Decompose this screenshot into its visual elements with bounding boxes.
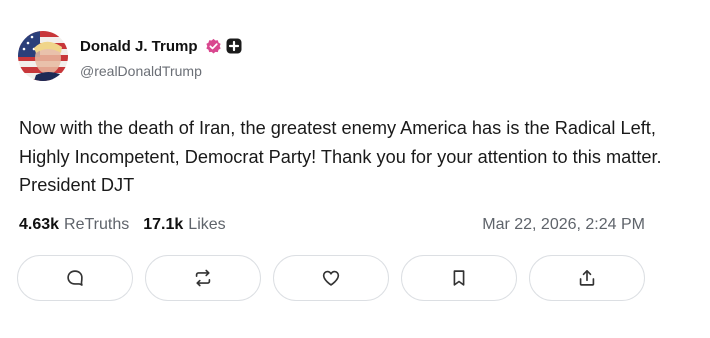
author-name-row: Donald J. Trump — [80, 37, 242, 55]
author-display-name[interactable]: Donald J. Trump — [80, 38, 198, 55]
bookmark-button[interactable] — [401, 255, 517, 301]
likes-count[interactable]: 17.1k — [143, 216, 183, 234]
post-stats: 4.63k ReTruths 17.1k Likes — [19, 216, 226, 234]
action-bar — [17, 255, 647, 303]
share-icon — [579, 270, 595, 286]
reply-icon — [67, 270, 83, 286]
retruths-count[interactable]: 4.63k — [19, 216, 59, 234]
like-icon — [322, 270, 340, 286]
verified-badge-icon — [205, 38, 221, 53]
post-card: Donald J. Trump @realDonaldTrump Now wit… — [0, 0, 710, 338]
retruth-icon — [195, 269, 211, 287]
post-timestamp[interactable]: Mar 22, 2026, 2:24 PM — [455, 216, 645, 234]
plus-badge-icon — [226, 38, 242, 54]
share-button[interactable] — [529, 255, 645, 301]
author-handle[interactable]: @realDonaldTrump — [80, 63, 202, 79]
post-text: Now with the death of Iran, the greatest… — [19, 118, 662, 195]
avatar[interactable] — [18, 31, 68, 81]
bookmark-icon — [453, 270, 465, 286]
avatar-image — [18, 31, 68, 81]
like-button[interactable] — [273, 255, 389, 301]
retruth-button[interactable] — [145, 255, 261, 301]
reply-button[interactable] — [17, 255, 133, 301]
retruths-label[interactable]: ReTruths — [64, 216, 129, 234]
likes-label[interactable]: Likes — [188, 216, 225, 234]
